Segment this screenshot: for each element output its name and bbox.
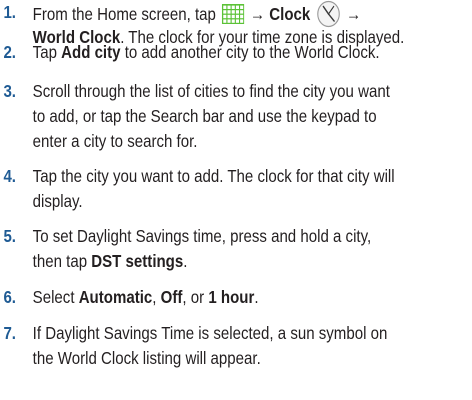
bold-term: → Clock [245,4,315,24]
instruction-document: 1. From the Home screen, tap → Clock → Wor… [0,0,472,400]
step-line: then tap DST settings. [33,249,372,274]
text-run: the World Clock listing will appear. [32,348,261,368]
text-run: Scroll through the list of cities to fin… [32,81,390,101]
clock-icon [316,0,340,28]
step-text: Scroll through the list of cities to fin… [33,79,390,154]
step-number: 6. [3,287,17,307]
step-number: 4. [3,166,17,186]
text-run: To set Daylight Savings time, press and … [32,226,372,246]
text-run: Tap [32,42,62,62]
step-line: to add, or tap the Search bar and use th… [33,104,390,129]
step-line: From the Home screen, tap → Clock → [32,0,405,28]
step-number: 7. [3,323,17,343]
text-run: . [183,251,188,271]
text-run: If Daylight Savings Time is selected, a … [32,323,388,343]
step-line: the World Clock listing will appear. [33,346,388,371]
step-line: enter a city to search for. [33,129,390,154]
step-line: Tap Add city to add another city to the … [33,40,380,65]
text-run: , or [182,287,209,307]
apps-grid-icon [221,4,245,24]
step-number: 1. [3,2,17,22]
step-line: Tap the city you want to add. The clock … [33,164,395,189]
step-text: Tap Add city to add another city to the … [33,40,380,65]
bold-term: Off [160,287,183,307]
step-text: Tap the city you want to add. The clock … [33,164,395,214]
step-text: Select Automatic, Off, or 1 hour. [33,285,259,310]
text-run: to add, or tap the Search bar and use th… [32,106,377,126]
bold-term: DST settings [91,251,184,271]
text-run: to add another city to the World Clock. [120,42,380,62]
step-line: To set Daylight Savings time, press and … [33,224,372,249]
step-line: If Daylight Savings Time is selected, a … [33,321,388,346]
text-run: display. [32,191,83,211]
text-run: Tap the city you want to add. The clock … [32,166,395,186]
text-run: Select [32,287,79,307]
bold-term: Automatic [78,287,153,307]
text-run: enter a city to search for. [32,131,198,151]
step-line: Scroll through the list of cities to fin… [33,79,390,104]
bold-term: Add city [61,42,121,62]
text-run: From the Home screen, tap [32,4,221,24]
step-line: display. [33,189,395,214]
step-number: 3. [3,81,17,101]
bold-term: → [341,4,362,24]
step-line: Select Automatic, Off, or 1 hour. [33,285,259,310]
step-text: To set Daylight Savings time, press and … [33,224,372,274]
text-run: then tap [32,251,92,271]
bold-term: 1 hour [208,287,255,307]
step-text: If Daylight Savings Time is selected, a … [33,321,388,371]
text-run: , [152,287,161,307]
text-run: . [254,287,259,307]
step-number: 2. [3,42,17,62]
step-number: 5. [3,226,17,246]
